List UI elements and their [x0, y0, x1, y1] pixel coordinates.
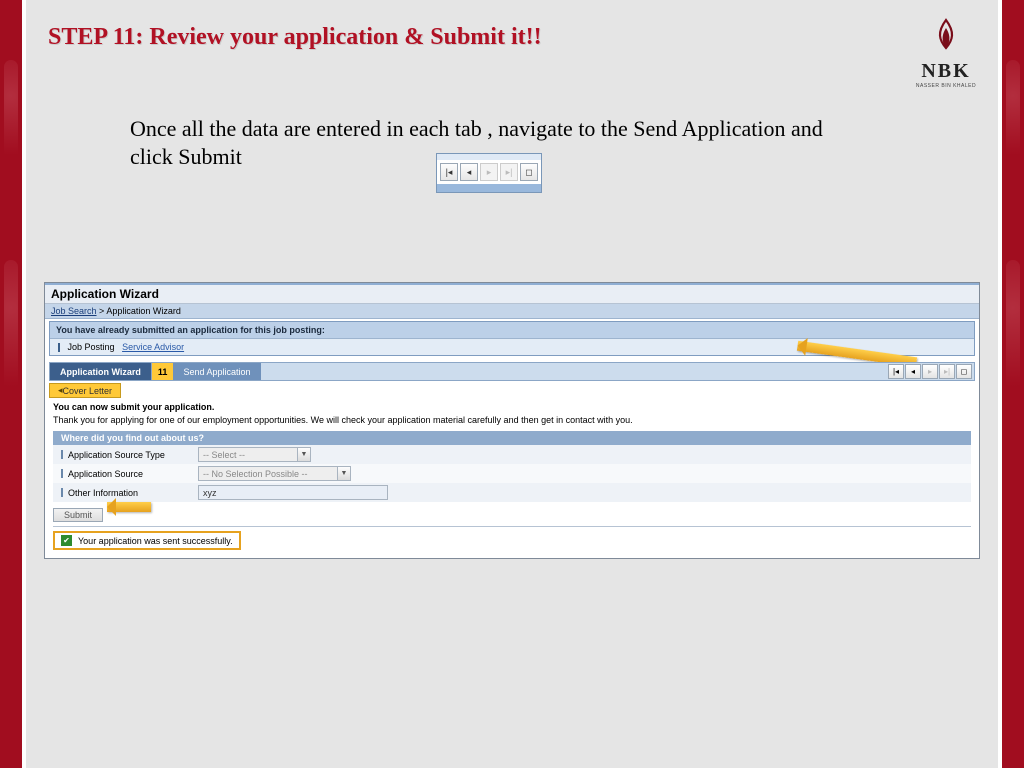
close-icon[interactable]: ◻ — [520, 163, 538, 181]
breadcrumb-link[interactable]: Job Search — [51, 306, 97, 316]
submit-now-text: Thank you for applying for one of our em… — [53, 415, 633, 425]
wizard-step-name[interactable]: Send Application — [173, 363, 260, 380]
first-icon[interactable]: |◂ — [440, 163, 458, 181]
success-text: Your application was sent successfully. — [78, 536, 233, 546]
app-wizard-panel: Application Wizard Job Search > Applicat… — [44, 282, 980, 559]
wizard-nav: |◂ ◂ ▸ ▸| ◻ — [888, 364, 972, 379]
panel-title: Application Wizard — [45, 285, 979, 304]
already-submitted-header: You have already submitted an applicatio… — [50, 322, 974, 338]
source-type-select[interactable]: -- Select -- — [198, 447, 298, 462]
find-out-section: Where did you find out about us? Applica… — [53, 431, 971, 502]
breadcrumb: Job Search > Application Wizard — [45, 304, 979, 319]
next-icon[interactable]: ▸ — [480, 163, 498, 181]
wizard-step-number: 11 — [151, 363, 174, 380]
last-icon[interactable]: ▸| — [500, 163, 518, 181]
nav-toolbar-thumbnail: |◂ ◂ ▸ ▸| ◻ — [436, 153, 542, 193]
page-title: STEP 11: Review your application & Submi… — [48, 24, 542, 51]
submit-info: You can now submit your application. Tha… — [53, 402, 971, 425]
source-type-label: Application Source Type — [68, 450, 198, 460]
slide: STEP 11: Review your application & Submi… — [0, 0, 1024, 768]
close-icon[interactable]: ◻ — [956, 364, 972, 379]
cover-letter-tab[interactable]: Cover Letter — [49, 383, 121, 398]
breadcrumb-current: Application Wizard — [106, 306, 181, 316]
logo-subtext: NASSER BIN KHALED — [906, 83, 986, 89]
prev-icon[interactable]: ◂ — [905, 364, 921, 379]
first-icon[interactable]: |◂ — [888, 364, 904, 379]
frame-left — [0, 0, 22, 768]
other-info-label: Other Information — [68, 488, 198, 498]
job-posting-label: Job Posting — [68, 342, 115, 352]
logo-text: NBK — [906, 60, 986, 83]
chevron-down-icon[interactable]: ▼ — [298, 447, 311, 462]
chevron-down-icon[interactable]: ▼ — [338, 466, 351, 481]
submit-now-heading: You can now submit your application. — [53, 402, 971, 412]
submit-button[interactable]: Submit — [53, 508, 103, 522]
other-info-field[interactable]: xyz — [198, 485, 388, 500]
wizard-step-bar: Application Wizard 11 Send Application |… — [49, 362, 975, 381]
source-label: Application Source — [68, 469, 198, 479]
source-select[interactable]: -- No Selection Possible -- — [198, 466, 338, 481]
frame-right — [1002, 0, 1024, 768]
job-posting-link[interactable]: Service Advisor — [122, 342, 184, 352]
callout-arrow-icon — [107, 502, 151, 512]
wizard-tab: Application Wizard — [50, 363, 151, 380]
flame-icon — [927, 18, 965, 58]
last-icon[interactable]: ▸| — [939, 364, 955, 379]
logo: NBK NASSER BIN KHALED — [906, 18, 986, 89]
next-icon[interactable]: ▸ — [922, 364, 938, 379]
check-icon: ✔ — [61, 535, 72, 546]
prev-icon[interactable]: ◂ — [460, 163, 478, 181]
success-message: ✔ Your application was sent successfully… — [53, 531, 241, 550]
find-out-header: Where did you find out about us? — [53, 431, 971, 445]
